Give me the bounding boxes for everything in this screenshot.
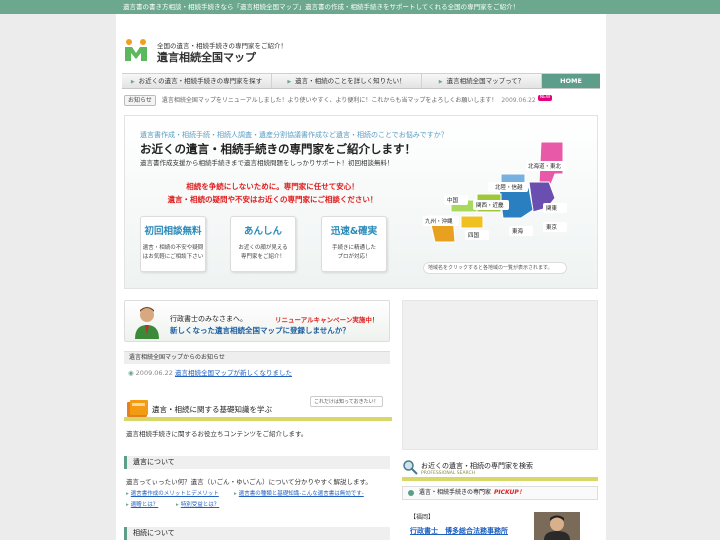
map-note: 地域名をクリックすると各地域の一覧が表示されます。 — [423, 262, 567, 274]
hero-message-line1: 相続を争続にしないために。専門家に任せて安心！ — [186, 182, 359, 191]
arrow-right-icon: ▸ — [234, 491, 237, 497]
nav-item-learn-more[interactable]: ▶ 遺言・相続のことを詳しく知りたい！ — [272, 74, 422, 88]
feature-card-peace-of-mind: あんしん お近くの顔が見える 専門家をご紹介！ — [230, 216, 296, 272]
map-label-chugoku[interactable]: 中国 — [447, 196, 459, 204]
basics-tag: これだけは知っておきたい！ — [310, 396, 383, 407]
hero-title: お近くの遺言・相続手続きの専門家をご紹介します！ — [140, 142, 416, 156]
bullet-icon: ◉ — [128, 369, 134, 377]
pickup-label: 遺言・相続手続きの専門家 — [419, 489, 492, 496]
portrait-image — [534, 512, 580, 540]
arrow-right-icon: ▶ — [130, 79, 135, 85]
map-label-hokuriku-shinetsu[interactable]: 北陸・信越 — [495, 183, 523, 191]
book-icon — [127, 400, 148, 417]
arrow-right-icon: ▸ — [176, 502, 179, 508]
admin-registration-banner[interactable]: 行政書士のみなさまへ。 リニューアルキャンペーン実施中！ 新しくなった遺言相続全… — [124, 300, 390, 342]
nav-item-about[interactable]: ▶ 遺言相続全国マップって？ — [422, 74, 542, 88]
nav-item-label: 遺言相続全国マップって？ — [446, 77, 525, 85]
map-label-tokyo[interactable]: 東京 — [546, 223, 558, 231]
news-date: 2009.06.22 — [135, 369, 173, 377]
link-will-merits[interactable]: ▸ 遺言書作成のメリットとデメリット — [126, 489, 219, 497]
expert-portrait[interactable] — [534, 512, 580, 540]
hero-description: 遺言書作成支援から相続手続きまで遺言相続問題をしっかりサポート！初回相談無料！ — [140, 159, 394, 167]
ad-placeholder — [402, 300, 598, 450]
search-title: お近くの遺言・相続の専門家を検索 — [421, 462, 533, 470]
feature-description: 手続きに精通した プロが対応！ — [331, 245, 376, 260]
basics-description: 遺言相続手続きに関するお役立ちコンテンツをご紹介します。 — [126, 430, 308, 438]
japan-map: 北海道・東北 北陸・信越 中国 関西・近畿 関東 九州・沖縄 四国 東海 東京 — [423, 141, 567, 243]
map-label-kansai[interactable]: 関西・近畿 — [476, 201, 504, 209]
news-header: 遺言相続全国マップからのお知らせ — [124, 351, 390, 364]
pickup-word: PICKUP！ — [494, 489, 525, 496]
feature-description: 遺言・相続の不安や疑問 はお気軽にご相談下さい — [142, 245, 204, 260]
nav-item-home[interactable]: HOME — [542, 74, 600, 88]
top-announcement-bar: 遺言書の書き方相談・相続手続きなら「遺言相続全国マップ」遺言書の作成・相続手続き… — [0, 0, 720, 14]
hero-banner: 遺言書作成・相続手続・相続人調査・遺産分割協議書作成など遺言・相続のことでお悩み… — [124, 115, 598, 289]
bullet-icon — [408, 490, 414, 496]
main-nav: ▶ お近くの遺言・相続手続きの専門家を探す ▶ 遺言・相続のことを詳しく知りたい！ … — [122, 73, 600, 89]
will-section-description: 遺言ってぃったい何？遺言（いごん・ゆいごん）について分かりやすく解説します。 — [126, 478, 372, 486]
nav-item-label: お近くの遺言・相続手続きの専門家を探す — [138, 77, 263, 85]
feature-title: あんしん — [243, 226, 282, 237]
feature-title: 初回相談無料 — [144, 226, 202, 237]
link-will-types[interactable]: ▸ 遺言書の種類と基礎知識-こんな遺言書は無効です- — [234, 489, 364, 497]
notice-date: 2009.06.22 — [501, 97, 536, 104]
notice-text[interactable]: 遺言相続全国マップをリニューアルしました！より使いやすく、より便利に！これからも… — [162, 97, 497, 104]
notice-label: お知らせ — [124, 95, 156, 106]
basics-title: 遺言・相続に関する基礎知識を学ぶ — [152, 405, 272, 414]
link-special-benefit[interactable]: ▸ 特別受益とは？ — [176, 500, 219, 508]
right-column: お近くの遺言・相続の専門家を検索 PROFESSIONAL SEARCH 遺言・… — [402, 300, 598, 540]
person-icon — [135, 307, 159, 339]
search-section-header: お近くの遺言・相続の専門家を検索 PROFESSIONAL SEARCH — [402, 457, 598, 481]
news-item: ◉ 2009.06.22 遺言相続全国マップが新しくなりました — [128, 367, 292, 377]
nav-item-label: 遺言・相続のことを詳しく知りたい！ — [295, 77, 406, 85]
feature-card-fast-reliable: 迅速&確実 手続きに精通した プロが対応！ — [321, 216, 387, 272]
site-title[interactable]: 遺言相続全国マップ — [157, 49, 256, 65]
will-section-header: 遺言について — [124, 456, 390, 469]
nav-item-find-expert[interactable]: ▶ お近くの遺言・相続手続きの専門家を探す — [122, 74, 272, 88]
map-label-tokai[interactable]: 東海 — [512, 227, 524, 235]
admin-greeting: 行政書士のみなさまへ。 — [170, 315, 247, 323]
hero-subtitle: 遺言書作成・相続手続・相続人調査・遺産分割協議書作成など遺言・相続のことでお悩み… — [140, 131, 448, 139]
feature-title: 迅速&確実 — [330, 226, 378, 237]
feature-card-free-consult: 初回相談無料 遺言・相続の不安や疑問 はお気軽にご相談下さい — [140, 216, 206, 272]
notice-bar: お知らせ 遺言相続全国マップをリニューアルしました！より使いやすく、より便利に！こ… — [124, 95, 600, 107]
map-label-hokkaido-tohoku[interactable]: 北海道・東北 — [528, 162, 562, 170]
news-link[interactable]: 遺言相続全国マップが新しくなりました — [175, 369, 292, 377]
feature-description: お近くの顔が見える 専門家をご紹介！ — [238, 245, 288, 260]
left-column: 行政書士のみなさまへ。 リニューアルキャンペーン実施中！ 新しくなった遺言相続全… — [124, 300, 394, 540]
office-link[interactable]: 行政書士 博多総合法務事務所 — [410, 526, 508, 536]
hero-message-line2: 遺言・相続の疑問や不安はお近くの専門家にご相談ください！ — [167, 195, 378, 204]
inheritance-section-header: 相続について — [124, 527, 390, 540]
site-logo-icon[interactable] — [124, 38, 148, 62]
campaign-label: リニューアルキャンペーン実施中！ — [275, 316, 379, 324]
pickup-bar: 遺言・相続手続きの専門家 PICKUP！ — [402, 486, 598, 500]
map-region-shikoku[interactable] — [460, 215, 484, 229]
map-label-kyushu-okinawa[interactable]: 九州・沖縄 — [425, 217, 453, 225]
arrow-right-icon: ▸ — [126, 502, 129, 508]
map-label-kanto[interactable]: 関東 — [546, 204, 558, 212]
arrow-right-icon: ▶ — [287, 79, 292, 85]
arrow-right-icon: ▶ — [438, 79, 443, 85]
search-subtitle: PROFESSIONAL SEARCH — [421, 471, 475, 476]
link-bequest[interactable]: ▸ 遺贈とは？ — [126, 500, 158, 508]
map-label-shikoku[interactable]: 四国 — [468, 232, 480, 239]
admin-cta[interactable]: 新しくなった遺言相続全国マップに登録しませんか？ — [170, 325, 350, 336]
new-badge: NEW — [537, 95, 553, 101]
region-label: 【福岡】 — [410, 514, 435, 521]
search-icon — [403, 460, 418, 475]
arrow-right-icon: ▸ — [126, 491, 129, 497]
